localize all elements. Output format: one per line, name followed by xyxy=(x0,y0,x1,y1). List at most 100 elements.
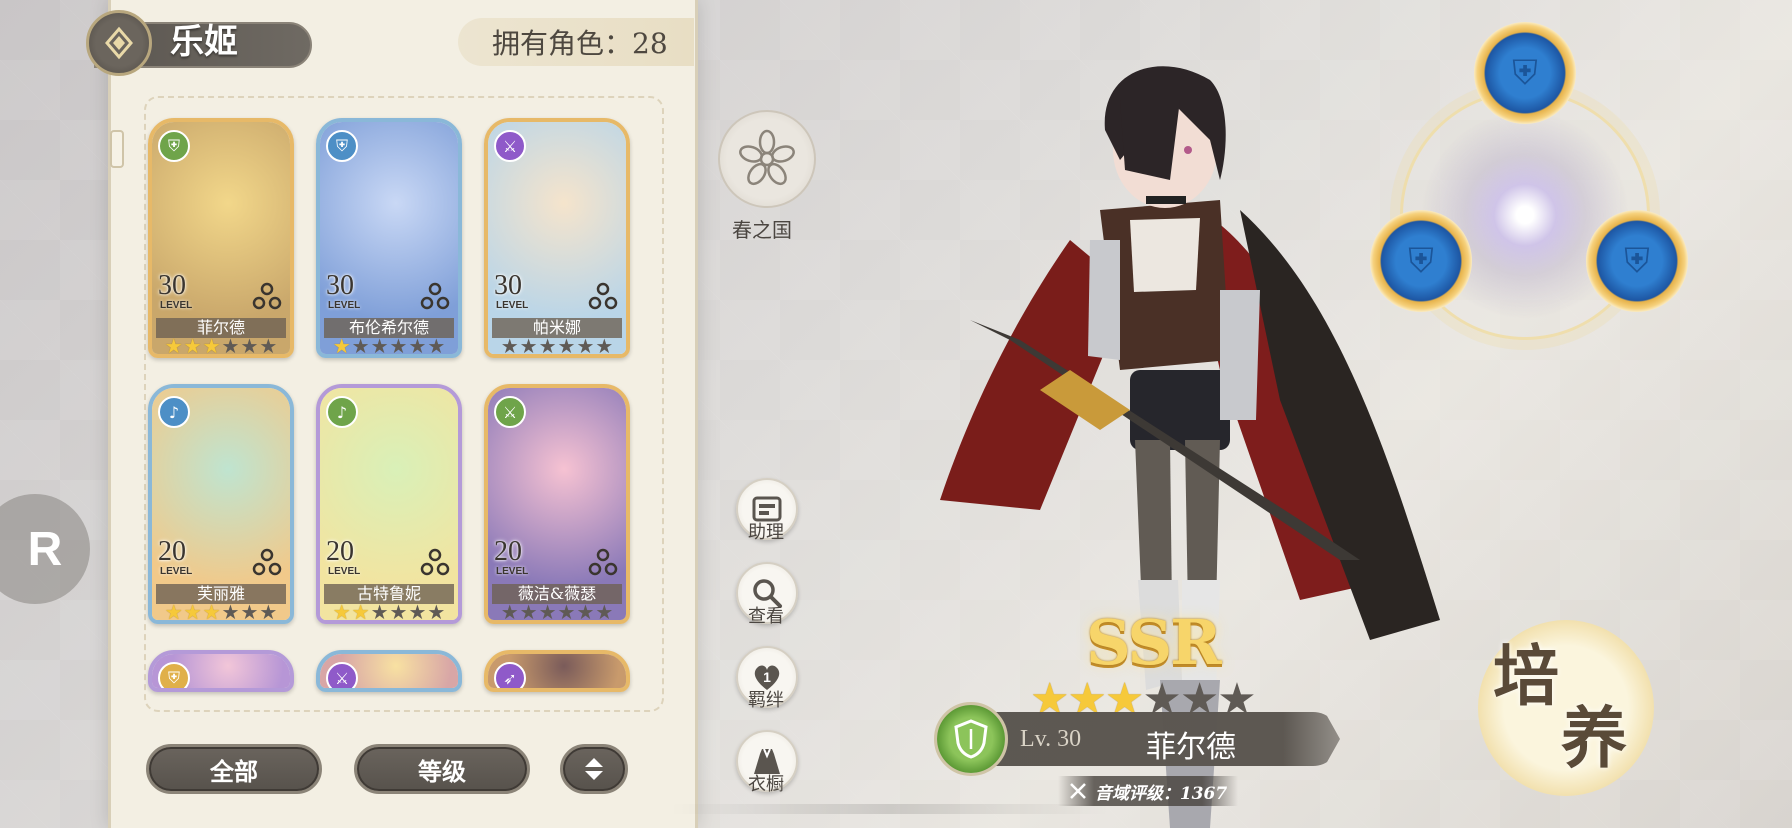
cultivate-label-2: 养 xyxy=(1561,699,1627,777)
star-icon: ★ xyxy=(595,334,614,358)
shield-icon: ⛨ xyxy=(1512,53,1538,93)
card-level-word: LEVEL xyxy=(160,566,193,577)
character-card[interactable]: ♪ 20 LEVEL 古特鲁妮 ★ ★ ★ ★ ★ ★ xyxy=(316,384,462,624)
star-icon: ★ xyxy=(427,334,446,358)
cultivate-button[interactable]: 培 养 xyxy=(1478,620,1654,796)
skill-orb-left[interactable]: ⛨ xyxy=(1370,210,1472,312)
sword-icon: ⚔ xyxy=(494,396,526,428)
star-icon: ★ xyxy=(202,600,221,624)
star-icon: ★ xyxy=(500,334,519,358)
card-level-word: LEVEL xyxy=(496,566,529,577)
page-title: 乐姬 xyxy=(170,22,238,62)
star-icon: ★ xyxy=(221,334,240,358)
view-label: 查看 xyxy=(748,606,784,627)
lyre-emblem-icon xyxy=(105,26,133,60)
shield-icon: ⛨ xyxy=(158,662,190,688)
character-card[interactable]: ⚔ 20 LEVEL 薇洁&薇瑟 ★ ★ ★ ★ ★ ★ xyxy=(484,384,630,624)
star-icon: ★ xyxy=(259,600,278,624)
star-icon: ★ xyxy=(370,600,389,624)
star-icon: ★ xyxy=(538,600,557,624)
region-emblem[interactable] xyxy=(718,110,816,208)
star-icon: ★ xyxy=(519,600,538,624)
card-level-word: LEVEL xyxy=(328,300,361,311)
card-stars: ★ ★ ★ ★ ★ ★ xyxy=(322,334,456,358)
star-icon: ★ xyxy=(500,600,519,624)
card-stars: ★ ★ ★ ★ ★ ★ xyxy=(490,600,624,624)
star-icon: ★ xyxy=(408,334,427,358)
hero-class-badge xyxy=(934,702,1008,776)
bottom-divider xyxy=(670,804,1110,814)
sort-toggle-icon xyxy=(585,758,603,780)
skill-orb-right[interactable]: ⛨ xyxy=(1586,210,1688,312)
filter-all-button[interactable]: 全部 xyxy=(146,744,322,794)
rarity-label: SSR xyxy=(1086,606,1222,679)
star-icon: ★ xyxy=(427,600,446,624)
lyre-icon: ♪ xyxy=(326,396,358,428)
crossed-swords-icon xyxy=(1069,783,1086,799)
card-stars: ★ ★ ★ ★ ★ ★ xyxy=(322,600,456,624)
character-card[interactable]: ⚔ xyxy=(316,650,462,692)
star-icon: ★ xyxy=(576,600,595,624)
cherry-blossom-icon xyxy=(739,129,795,186)
star-icon: ★ xyxy=(389,600,408,624)
star-icon: ★ xyxy=(595,600,614,624)
character-card[interactable]: ⛨ xyxy=(148,650,294,692)
character-card[interactable]: ⚔ 30 LEVEL 帕米娜 ★ ★ ★ ★ ★ ★ xyxy=(484,118,630,358)
card-level: 30 xyxy=(326,270,354,301)
hero-level: Lv. 30 xyxy=(1020,726,1082,752)
character-card[interactable]: ⛨ 30 LEVEL 菲尔德 ★ ★ ★ ★ ★ ★ xyxy=(148,118,294,358)
star-icon: ★ xyxy=(332,334,351,358)
sort-order-button[interactable] xyxy=(560,744,628,794)
shield-icon: ⛨ xyxy=(1624,241,1650,281)
star-icon: ★ xyxy=(557,334,576,358)
shield-icon xyxy=(954,719,988,759)
star-icon: ★ xyxy=(164,600,183,624)
triad-icon xyxy=(252,548,282,576)
sound-rating: 音域评级：1367 xyxy=(1058,776,1238,806)
owned-count: 拥有角色：28 xyxy=(458,18,694,66)
triad-icon xyxy=(588,548,618,576)
star-icon: ★ xyxy=(240,600,259,624)
star-icon: ★ xyxy=(164,334,183,358)
card-level: 20 xyxy=(494,536,522,567)
scroll-handle[interactable] xyxy=(110,130,124,168)
hero-name: 菲尔德 xyxy=(1146,730,1236,765)
shield-icon: ⛨ xyxy=(1408,241,1434,281)
card-stars: ★ ★ ★ ★ ★ ★ xyxy=(490,334,624,358)
sword-icon: ⚔ xyxy=(494,130,526,162)
star-icon: ★ xyxy=(351,600,370,624)
shield-icon: ⛨ xyxy=(158,130,190,162)
card-level-word: LEVEL xyxy=(496,300,529,311)
star-icon: ★ xyxy=(183,334,202,358)
character-card[interactable]: ➶ xyxy=(484,650,630,692)
star-icon: ★ xyxy=(332,600,351,624)
star-icon: ★ xyxy=(259,334,278,358)
star-icon: ★ xyxy=(221,600,240,624)
region-label: 春之国 xyxy=(732,218,792,242)
triad-icon xyxy=(588,282,618,310)
character-card[interactable]: ⛨ 30 LEVEL 布伦希尔德 ★ ★ ★ ★ ★ ★ xyxy=(316,118,462,358)
lyre-icon: ♪ xyxy=(158,396,190,428)
star-icon: ★ xyxy=(389,334,408,358)
card-level: 20 xyxy=(158,536,186,567)
triad-icon xyxy=(420,282,450,310)
assistant-label: 助理 xyxy=(748,522,784,543)
card-level-word: LEVEL xyxy=(160,300,193,311)
star-icon: ★ xyxy=(519,334,538,358)
character-card[interactable]: ♪ 20 LEVEL 芙丽雅 ★ ★ ★ ★ ★ ★ xyxy=(148,384,294,624)
wardrobe-label: 衣橱 xyxy=(748,774,784,795)
triad-icon xyxy=(420,548,450,576)
triad-icon xyxy=(252,282,282,310)
star-icon: ★ xyxy=(370,334,389,358)
star-icon: ★ xyxy=(538,334,557,358)
bow-icon: ➶ xyxy=(494,662,526,688)
card-stars: ★ ★ ★ ★ ★ ★ xyxy=(154,334,288,358)
card-stars: ★ ★ ★ ★ ★ ★ xyxy=(154,600,288,624)
sort-level-button[interactable]: 等级 xyxy=(354,744,530,794)
card-level: 20 xyxy=(326,536,354,567)
skill-orb-top[interactable]: ⛨ xyxy=(1474,22,1576,124)
back-button[interactable] xyxy=(86,10,152,76)
rating-text: 音域评级：1367 xyxy=(1094,783,1228,804)
card-level: 30 xyxy=(494,270,522,301)
star-icon: ★ xyxy=(240,334,259,358)
